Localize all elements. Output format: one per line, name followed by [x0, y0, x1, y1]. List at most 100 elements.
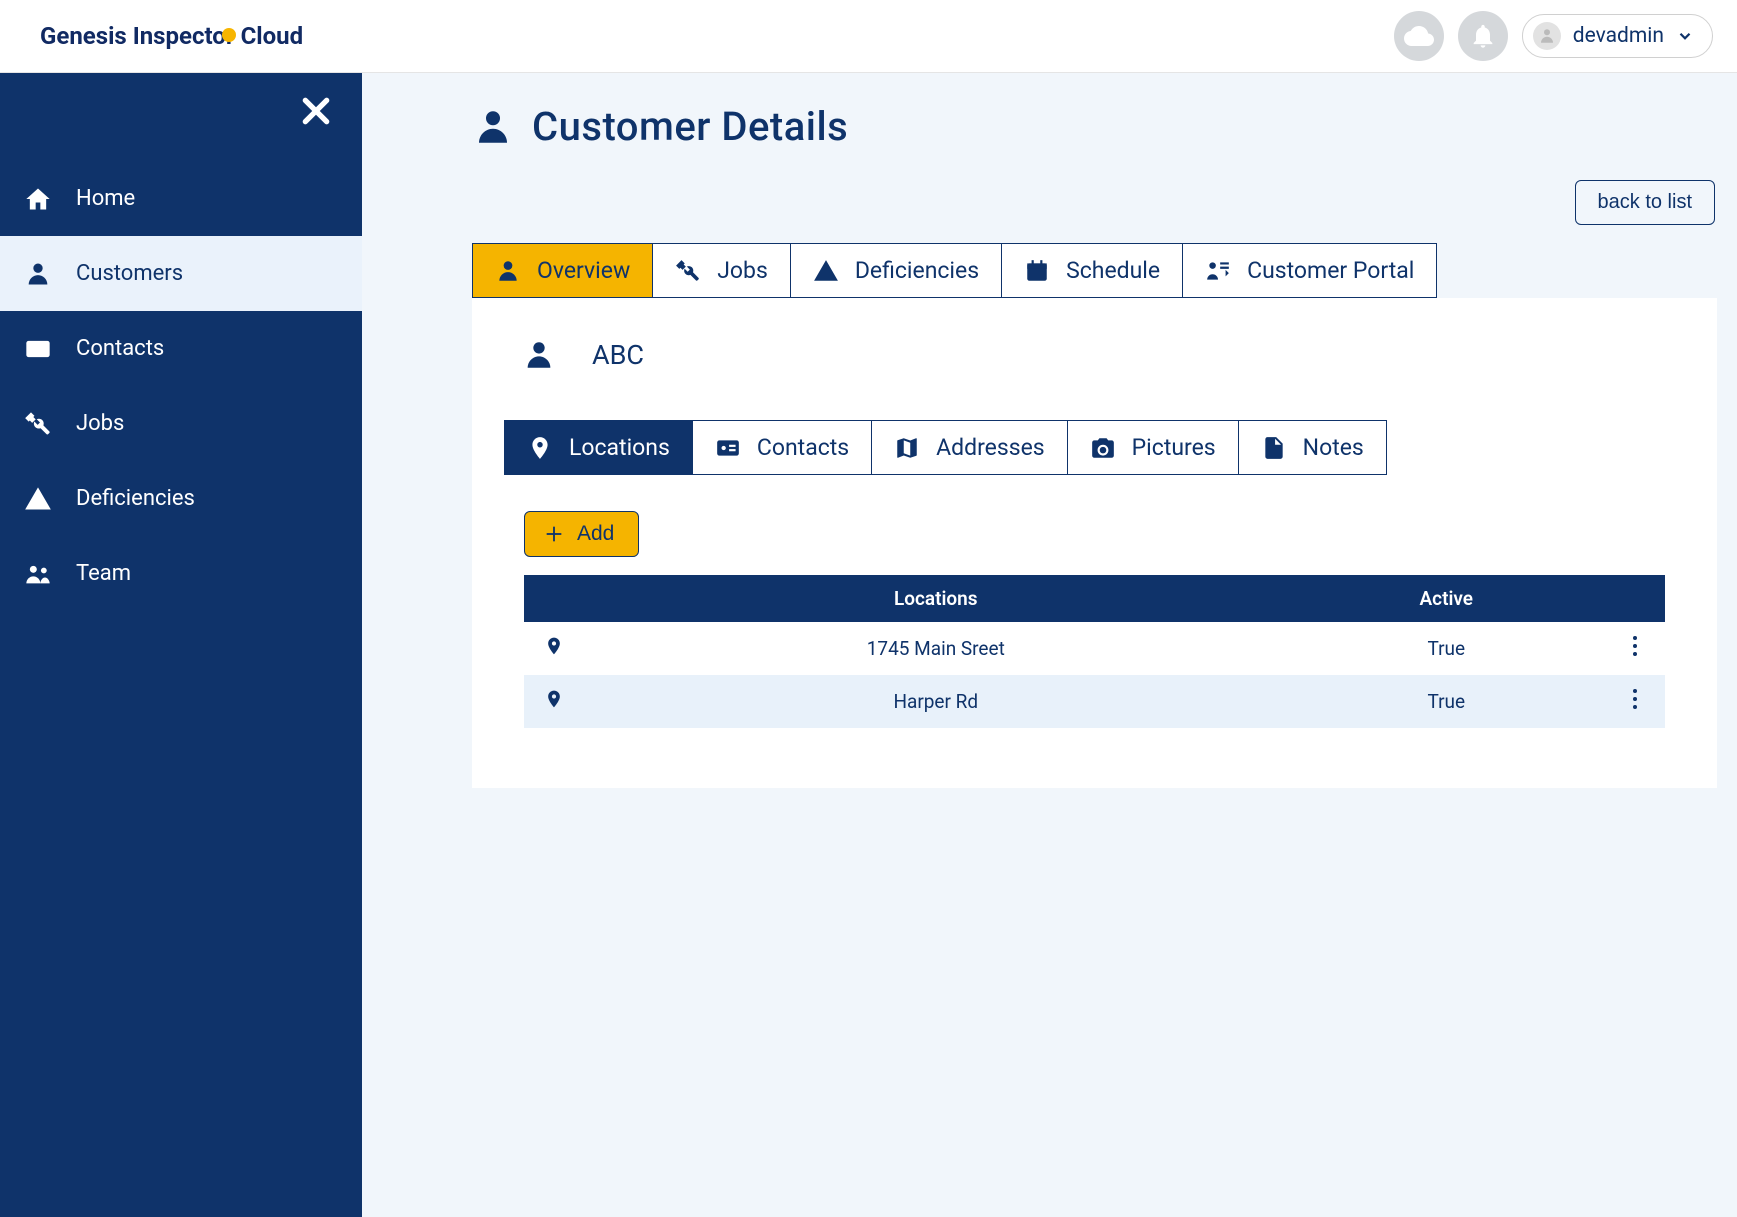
subtab-contacts[interactable]: Contacts	[692, 420, 872, 475]
pin-icon	[544, 634, 564, 658]
close-icon	[300, 95, 332, 127]
person-icon	[472, 106, 514, 148]
tab-label: Schedule	[1066, 257, 1160, 284]
add-button-label: Add	[577, 522, 614, 546]
customer-name: ABC	[592, 339, 644, 371]
col-active: Active	[1288, 575, 1605, 622]
subtab-label: Pictures	[1132, 434, 1216, 461]
more-vertical-icon	[1632, 635, 1638, 657]
app-header: Genesis Inspector Cloud devadmin	[0, 0, 1737, 73]
add-button[interactable]: Add	[524, 511, 639, 557]
table-row[interactable]: Harper RdTrue	[524, 675, 1665, 728]
map-icon	[894, 435, 920, 461]
overview-card: ABC Locations Contacts Addresses Pictures No…	[472, 298, 1717, 788]
tools-icon	[24, 410, 52, 438]
notifications-button[interactable]	[1458, 11, 1508, 61]
sidebar-close-button[interactable]	[300, 95, 332, 131]
alert-icon	[24, 485, 52, 513]
logo-accent-dot	[222, 28, 236, 42]
subtab-label: Addresses	[936, 434, 1045, 461]
page-title: Customer Details	[532, 103, 848, 150]
tab-label: Jobs	[717, 257, 768, 284]
sidebar-item-label: Home	[76, 186, 135, 211]
id-card-icon	[24, 335, 52, 363]
sidebar-item-contacts[interactable]: Contacts	[0, 311, 362, 386]
row-icon	[524, 622, 584, 675]
page-header: Customer Details	[472, 103, 1717, 150]
row-icon	[524, 675, 584, 728]
person-icon	[1538, 27, 1556, 45]
sidebar-item-label: Team	[76, 561, 131, 586]
sub-tabs: Locations Contacts Addresses Pictures Notes	[504, 420, 1707, 475]
portal-icon	[1205, 258, 1231, 284]
nav-list: Home Customers Contacts Jobs Deficiencies Tea…	[0, 73, 362, 611]
cloud-status-button[interactable]	[1394, 11, 1444, 61]
customer-header: ABC	[482, 338, 1707, 372]
person-icon	[24, 260, 52, 288]
app-title-text: Genesis Inspector Cloud	[40, 22, 303, 50]
sidebar-item-label: Contacts	[76, 336, 164, 361]
id-card-icon	[715, 435, 741, 461]
subtab-locations[interactable]: Locations	[504, 420, 693, 475]
sidebar-item-home[interactable]: Home	[0, 161, 362, 236]
subtab-label: Notes	[1303, 434, 1364, 461]
main-content: Customer Details back to list Overview Jo…	[362, 73, 1737, 1217]
sidebar-item-customers[interactable]: Customers	[0, 236, 362, 311]
plus-icon	[543, 523, 565, 545]
tab-label: Overview	[537, 257, 630, 284]
row-actions-menu[interactable]	[1605, 675, 1665, 728]
bell-icon	[1469, 22, 1497, 50]
back-to-list-button[interactable]: back to list	[1575, 180, 1715, 225]
row-active: True	[1288, 675, 1605, 728]
alert-icon	[813, 258, 839, 284]
sidebar-item-deficiencies[interactable]: Deficiencies	[0, 461, 362, 536]
subtab-label: Contacts	[757, 434, 849, 461]
tab-schedule[interactable]: Schedule	[1001, 243, 1183, 298]
locations-table: Locations Active 1745 Main SreetTrueHarp…	[524, 575, 1665, 728]
tab-label: Deficiencies	[855, 257, 979, 284]
tab-overview[interactable]: Overview	[472, 243, 653, 298]
sidebar-item-label: Customers	[76, 261, 183, 286]
table-row[interactable]: 1745 Main SreetTrue	[524, 622, 1665, 675]
more-vertical-icon	[1632, 688, 1638, 710]
main-tabs: Overview Jobs Deficiencies Schedule Customer…	[472, 243, 1717, 298]
person-icon	[495, 258, 521, 284]
tab-label: Customer Portal	[1247, 257, 1414, 284]
header-right: devadmin	[1394, 11, 1713, 61]
subtab-notes[interactable]: Notes	[1238, 420, 1387, 475]
col-icon	[524, 575, 584, 622]
col-actions	[1605, 575, 1665, 622]
file-icon	[1261, 435, 1287, 461]
row-active: True	[1288, 622, 1605, 675]
tab-jobs[interactable]: Jobs	[652, 243, 791, 298]
sidebar-item-label: Deficiencies	[76, 486, 195, 511]
cloud-icon	[1404, 21, 1434, 51]
tab-customer-portal[interactable]: Customer Portal	[1182, 243, 1437, 298]
subtab-pictures[interactable]: Pictures	[1067, 420, 1239, 475]
tab-deficiencies[interactable]: Deficiencies	[790, 243, 1002, 298]
app-title: Genesis Inspector Cloud	[40, 22, 303, 50]
row-location-name: 1745 Main Sreet	[584, 622, 1288, 675]
sidebar-item-team[interactable]: Team	[0, 536, 362, 611]
row-location-name: Harper Rd	[584, 675, 1288, 728]
sidebar-item-jobs[interactable]: Jobs	[0, 386, 362, 461]
row-actions-menu[interactable]	[1605, 622, 1665, 675]
subtab-addresses[interactable]: Addresses	[871, 420, 1068, 475]
tools-icon	[675, 258, 701, 284]
back-row: back to list	[472, 180, 1717, 225]
subtab-label: Locations	[569, 434, 670, 461]
camera-icon	[1090, 435, 1116, 461]
chevron-down-icon	[1676, 27, 1694, 45]
home-icon	[24, 185, 52, 213]
team-icon	[24, 560, 52, 588]
calendar-icon	[1024, 258, 1050, 284]
person-icon	[522, 338, 556, 372]
sidebar-item-label: Jobs	[76, 411, 124, 436]
pin-icon	[527, 435, 553, 461]
username-label: devadmin	[1573, 24, 1664, 48]
sidebar: Home Customers Contacts Jobs Deficiencies Tea…	[0, 73, 362, 1217]
user-menu[interactable]: devadmin	[1522, 14, 1713, 58]
col-locations: Locations	[584, 575, 1288, 622]
pin-icon	[544, 687, 564, 711]
avatar	[1533, 22, 1561, 50]
